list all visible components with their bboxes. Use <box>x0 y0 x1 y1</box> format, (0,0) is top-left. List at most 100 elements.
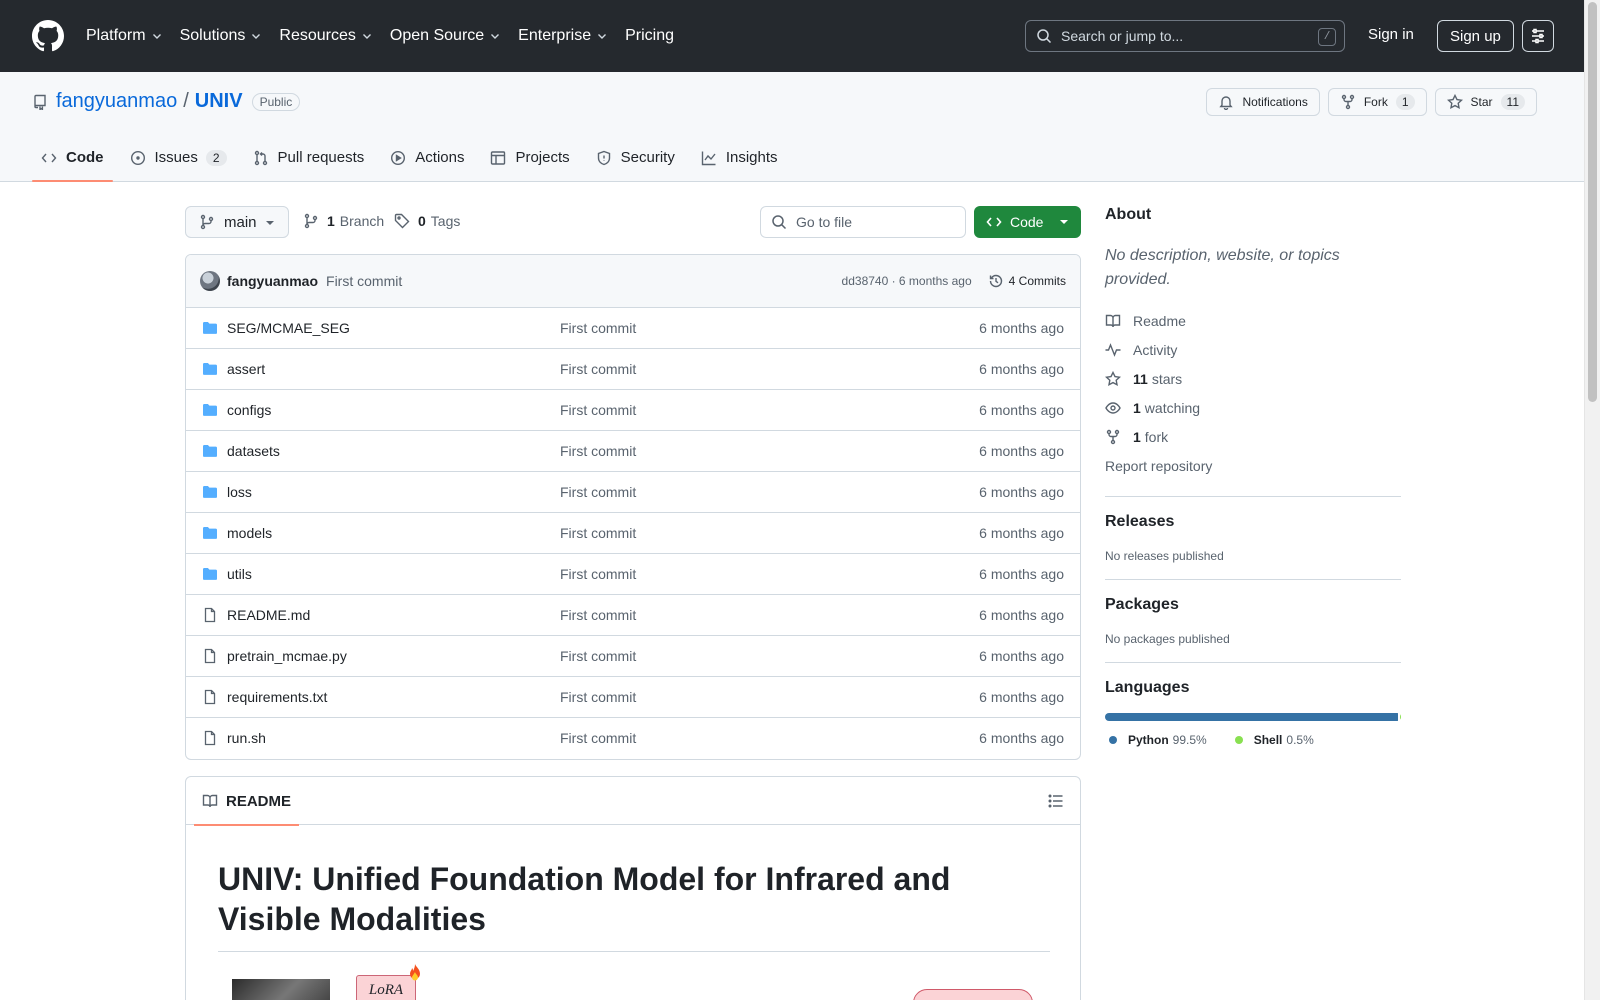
file-commit-message-link[interactable]: First commit <box>560 443 636 459</box>
language-item[interactable]: Shell 0.5% <box>1231 733 1314 747</box>
tab-insights[interactable]: Insights <box>692 142 787 182</box>
branch-name: main <box>224 213 257 231</box>
table-icon <box>491 151 506 165</box>
sign-in-link[interactable]: Sign in <box>1368 26 1414 43</box>
readme-tab-label: README <box>226 792 292 810</box>
tags-link[interactable]: 0 Tags <box>394 213 460 229</box>
github-logo-icon[interactable] <box>32 20 64 52</box>
topnav-enterprise[interactable]: Enterprise <box>518 27 608 45</box>
search-placeholder: Search or jump to... <box>1061 28 1184 44</box>
language-bar <box>1105 713 1401 721</box>
commit-author-link[interactable]: fangyuanmao <box>227 273 318 289</box>
file-commit-message-link[interactable]: First commit <box>560 689 636 705</box>
topnav-label: Enterprise <box>518 27 592 44</box>
avatar[interactable] <box>200 271 220 291</box>
folder-icon <box>202 443 218 459</box>
sign-up-button[interactable]: Sign up <box>1437 20 1514 52</box>
language-list: Python 99.5% Shell 0.5% <box>1105 733 1401 747</box>
branch-selector[interactable]: main <box>185 206 289 238</box>
file-commit-message-link[interactable]: First commit <box>560 566 636 582</box>
table-of-contents-icon[interactable] <box>1048 793 1064 809</box>
tab-actions[interactable]: Actions <box>381 142 473 182</box>
repo-name-link[interactable]: UNIV <box>195 90 243 113</box>
language-name: Shell <box>1253 733 1283 747</box>
code-dropdown-button[interactable]: Code <box>974 206 1081 238</box>
releases-heading[interactable]: Releases <box>1105 513 1401 531</box>
about-link-readme[interactable]: Readme <box>1105 306 1401 335</box>
file-commit-message-link[interactable]: First commit <box>560 607 636 623</box>
about-link-stars[interactable]: 11 stars <box>1105 364 1401 393</box>
tab-code[interactable]: Code <box>32 142 113 182</box>
file-name-link[interactable]: assert <box>227 361 265 377</box>
file-icon <box>202 648 218 664</box>
table-row: README.md First commit 6 months ago <box>186 595 1080 636</box>
go-to-file-input[interactable]: Go to file <box>760 206 966 238</box>
notifications-button[interactable]: Notifications <box>1206 88 1320 116</box>
latest-commit-bar: fangyuanmao First commit dd38740 · 6 mon… <box>186 255 1080 308</box>
chevron-down-icon <box>151 30 163 42</box>
commits-history-link[interactable]: 4 Commits <box>988 273 1066 289</box>
file-commit-message-link[interactable]: First commit <box>560 320 636 336</box>
global-search-input[interactable]: Search or jump to... / <box>1025 20 1345 52</box>
about-link-watching[interactable]: 1 watching <box>1105 393 1401 422</box>
tab-issues[interactable]: Issues 2 <box>121 142 236 182</box>
topnav-solutions[interactable]: Solutions <box>180 27 263 45</box>
language-percent: 0.5% <box>1286 733 1314 747</box>
scrollbar-thumb[interactable] <box>1588 2 1597 402</box>
file-commit-message-link[interactable]: First commit <box>560 484 636 500</box>
file-name-link[interactable]: requirements.txt <box>227 689 327 705</box>
topnav-platform[interactable]: Platform <box>86 27 163 45</box>
branches-link[interactable]: 1 Branch <box>303 213 384 229</box>
report-repository-link[interactable]: Report repository <box>1105 451 1401 480</box>
commits-count-label: 4 Commits <box>1008 274 1066 288</box>
site-menu-button[interactable] <box>1522 20 1554 52</box>
readme-header: README <box>186 777 1080 826</box>
tab-security[interactable]: Security <box>587 142 684 182</box>
file-name-link[interactable]: utils <box>227 566 252 582</box>
repo-icon <box>34 94 46 110</box>
repo-tabs: Code Issues 2 Pull requests Actions Projects S… <box>32 142 795 182</box>
file-commit-message-link[interactable]: First commit <box>560 402 636 418</box>
file-commit-message-link[interactable]: First commit <box>560 361 636 377</box>
star-count: 11 <box>1500 94 1525 110</box>
file-commit-time: 6 months ago <box>979 525 1064 541</box>
readme-tab[interactable]: README <box>194 777 300 826</box>
topnav-pricing[interactable]: Pricing <box>625 27 674 45</box>
commit-sha-time[interactable]: dd38740 · 6 months ago <box>842 274 972 288</box>
tab-pull-requests[interactable]: Pull requests <box>244 142 374 182</box>
file-name-link[interactable]: README.md <box>227 607 310 623</box>
branch-icon <box>200 214 214 230</box>
folder-icon <box>202 566 218 582</box>
file-name-link[interactable]: models <box>227 525 272 541</box>
file-commit-message-link[interactable]: First commit <box>560 730 636 746</box>
search-shortcut-key: / <box>1318 28 1336 46</box>
about-link-fork[interactable]: 1 fork <box>1105 422 1401 451</box>
packages-heading[interactable]: Packages <box>1105 596 1401 614</box>
tab-label: Pull requests <box>277 149 365 166</box>
topnav-open-source[interactable]: Open Source <box>390 27 501 45</box>
shield-icon <box>597 150 610 166</box>
language-item[interactable]: Python 99.5% <box>1105 733 1207 747</box>
file-name-link[interactable]: loss <box>227 484 252 500</box>
file-commit-message-link[interactable]: First commit <box>560 648 636 664</box>
readme-panel: README UNIV: Unified Foundation Model fo… <box>185 776 1081 1000</box>
about-link-label: fork <box>1144 428 1169 445</box>
divider <box>1105 496 1401 497</box>
commit-message-link[interactable]: First commit <box>326 273 402 289</box>
fork-button[interactable]: Fork 1 <box>1327 88 1427 116</box>
about-link-activity[interactable]: Activity <box>1105 335 1401 364</box>
global-header: Platform Solutions Resources Open Source Ent… <box>0 0 1584 72</box>
repo-owner-link[interactable]: fangyuanmao <box>56 90 177 113</box>
file-name-link[interactable]: datasets <box>227 443 280 459</box>
file-commit-message-link[interactable]: First commit <box>560 525 636 541</box>
star-button[interactable]: Star 11 <box>1434 88 1537 116</box>
page-scrollbar[interactable] <box>1584 0 1600 1000</box>
tab-projects[interactable]: Projects <box>481 142 578 182</box>
star-icon <box>1105 370 1121 386</box>
chevron-down-icon <box>266 221 274 225</box>
file-name-link[interactable]: run.sh <box>227 730 266 746</box>
file-name-link[interactable]: pretrain_mcmae.py <box>227 648 347 664</box>
topnav-resources[interactable]: Resources <box>279 27 372 45</box>
file-name-link[interactable]: configs <box>227 402 271 418</box>
file-name-link[interactable]: SEG/MCMAE_SEG <box>227 320 350 336</box>
